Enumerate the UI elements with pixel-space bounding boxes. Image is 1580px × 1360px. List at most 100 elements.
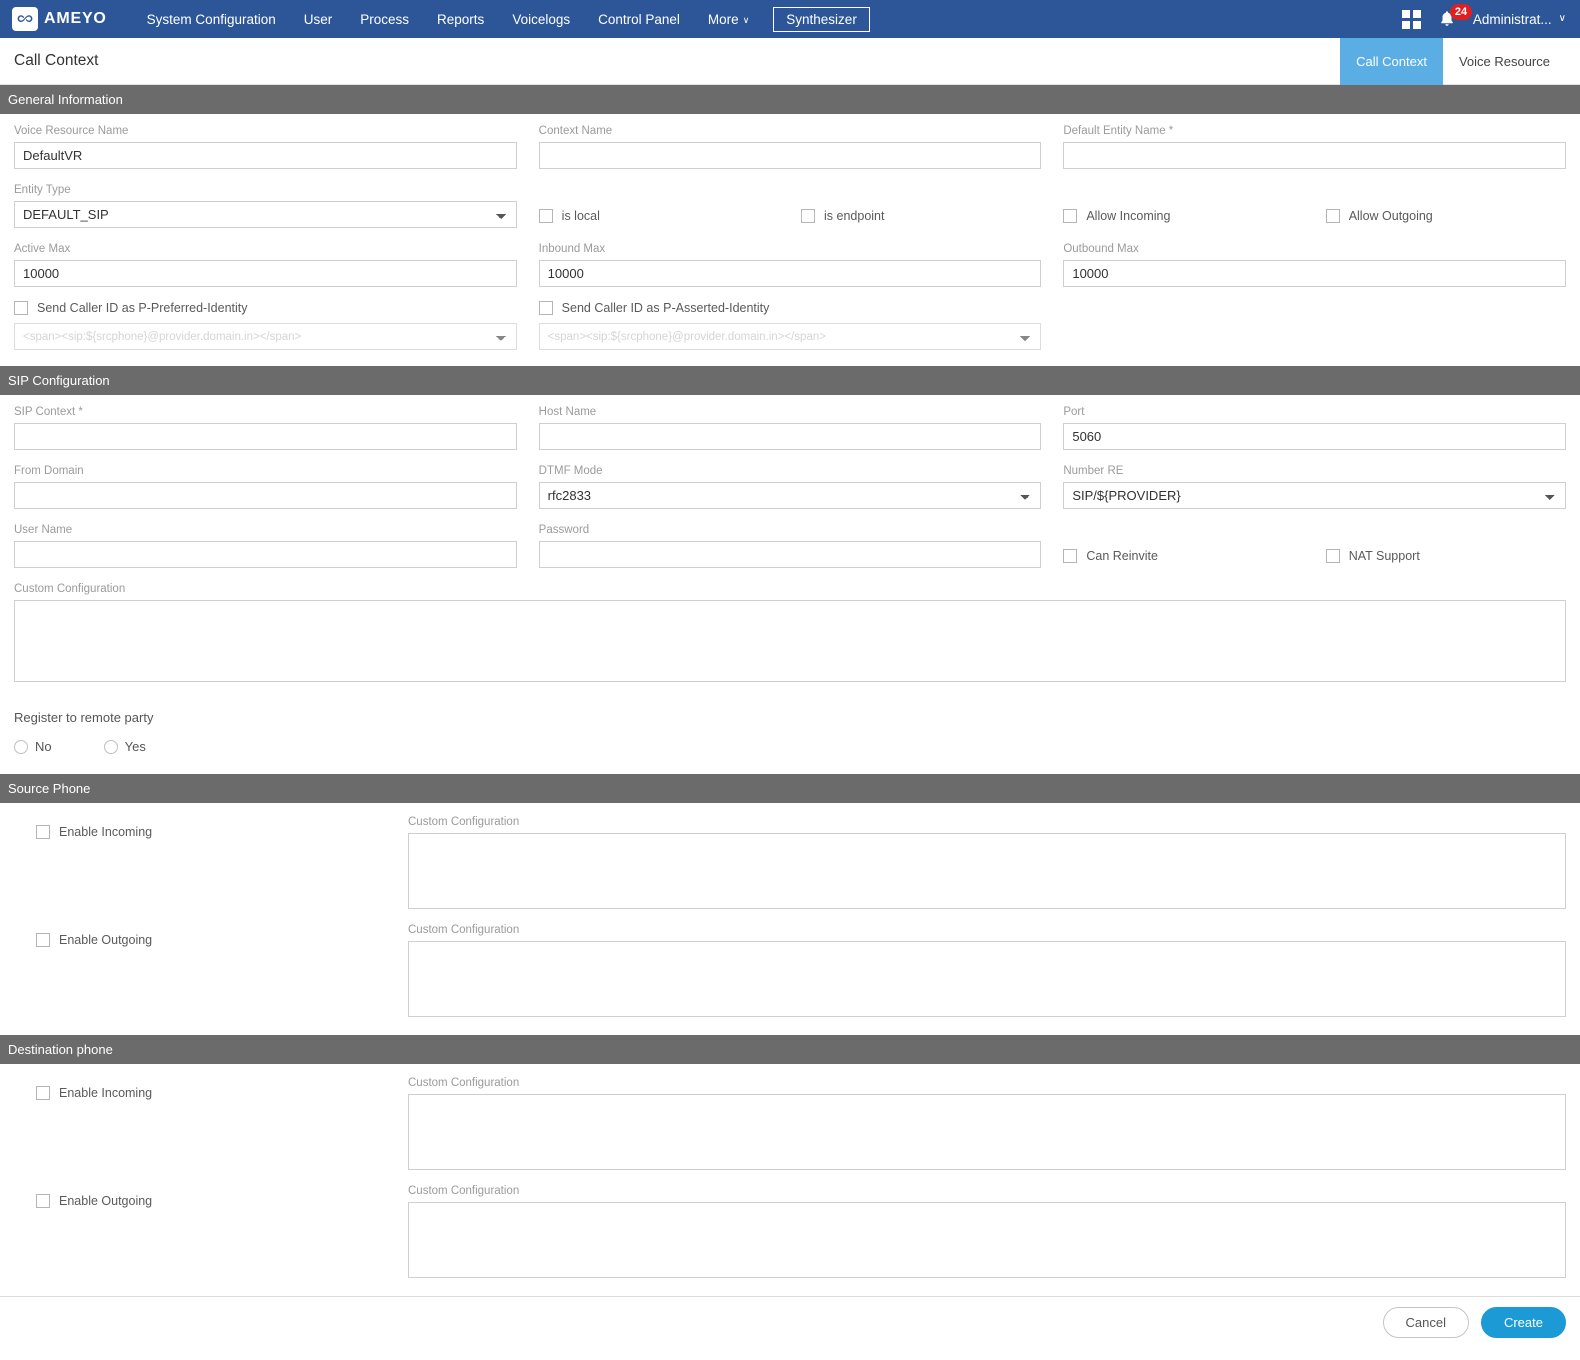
- checkbox-allow-outgoing[interactable]: Allow Outgoing: [1325, 209, 1566, 223]
- destination-incoming-custom-configuration-textarea[interactable]: [408, 1094, 1566, 1170]
- checkbox-allow-incoming[interactable]: Allow Incoming: [1063, 209, 1303, 223]
- checkbox-box[interactable]: [36, 1086, 50, 1100]
- nav-item-control-panel[interactable]: Control Panel: [584, 6, 694, 33]
- checkbox-box[interactable]: [14, 301, 28, 315]
- create-button[interactable]: Create: [1480, 1307, 1566, 1338]
- nav-item-reports[interactable]: Reports: [423, 6, 498, 33]
- form-row-names: Voice Resource Name Context Name Default…: [14, 124, 1567, 169]
- nav-item-system-configuration[interactable]: System Configuration: [133, 6, 290, 33]
- checkbox-box[interactable]: [36, 1194, 50, 1208]
- apps-grid-icon[interactable]: [1401, 9, 1421, 29]
- entity-type-select[interactable]: DEFAULT_SIP: [14, 201, 517, 228]
- p-preferred-identity-select: <span><sip:${srcphone}@provider.domain.i…: [14, 323, 517, 350]
- field-voice-resource-name: Voice Resource Name: [14, 124, 517, 169]
- checkbox-destination-enable-outgoing[interactable]: Enable Outgoing: [14, 1184, 408, 1278]
- default-entity-name-input[interactable]: [1063, 142, 1567, 169]
- synthesizer-button[interactable]: Synthesizer: [773, 6, 870, 32]
- user-name-input[interactable]: [14, 541, 517, 568]
- checkbox-group-allow: Allow Incoming Allow Outgoing: [1063, 183, 1566, 228]
- checkbox-is-local[interactable]: is local: [538, 209, 779, 223]
- checkbox-label: Send Caller ID as P-Asserted-Identity: [561, 301, 770, 315]
- checkbox-label: Enable Outgoing: [59, 1194, 153, 1208]
- nav-item-user[interactable]: User: [290, 6, 347, 33]
- checkbox-nat-support[interactable]: NAT Support: [1325, 549, 1566, 563]
- password-input[interactable]: [538, 541, 1042, 568]
- tab-call-context[interactable]: Call Context: [1340, 37, 1443, 85]
- radio-circle[interactable]: [103, 739, 118, 754]
- destination-outgoing-custom-configuration-textarea[interactable]: [408, 1202, 1566, 1278]
- main-nav: System Configuration User Process Report…: [133, 6, 870, 33]
- field-source-outgoing-custom-configuration: Custom Configuration: [408, 923, 1566, 1017]
- nav-item-voicelogs[interactable]: Voicelogs: [498, 6, 584, 33]
- label-user-name: User Name: [14, 524, 73, 536]
- label-from-domain: From Domain: [14, 465, 84, 477]
- checkbox-box[interactable]: [1325, 209, 1340, 223]
- sip-context-input[interactable]: [14, 423, 517, 450]
- sip-custom-configuration-textarea[interactable]: [14, 600, 1566, 682]
- checkbox-is-endpoint[interactable]: is endpoint: [801, 209, 1041, 223]
- nav-item-process[interactable]: Process: [346, 6, 423, 33]
- checkbox-box[interactable]: [1063, 549, 1078, 563]
- checkbox-box[interactable]: [36, 825, 50, 839]
- brand-logo[interactable]: AMEYO: [12, 7, 107, 31]
- nav-item-more[interactable]: More ∨: [694, 6, 763, 33]
- source-phone-body: Enable Incoming Custom Configuration Ena…: [0, 803, 1580, 1035]
- p-asserted-identity-select: <span><sip:${srcphone}@provider.domain.i…: [538, 323, 1042, 350]
- radio-register-yes[interactable]: Yes: [103, 739, 146, 754]
- tab-voice-resource[interactable]: Voice Resource: [1443, 38, 1566, 85]
- dtmf-mode-select[interactable]: rfc2833: [538, 482, 1042, 509]
- from-domain-input[interactable]: [14, 482, 517, 509]
- caller-id-spacer: [1063, 301, 1566, 350]
- checkbox-group-local-endpoint: is local is endpoint: [538, 183, 1042, 228]
- checkbox-box[interactable]: [1063, 209, 1078, 223]
- inbound-max-input[interactable]: [538, 260, 1042, 287]
- radio-register-no[interactable]: No: [14, 739, 52, 754]
- active-max-input[interactable]: [14, 260, 517, 287]
- checkbox-box[interactable]: [538, 301, 553, 315]
- checkbox-box[interactable]: [538, 209, 553, 223]
- checkbox-box[interactable]: [36, 933, 50, 947]
- checkbox-source-enable-incoming[interactable]: Enable Incoming: [14, 815, 408, 909]
- cancel-button[interactable]: Cancel: [1382, 1307, 1469, 1338]
- context-name-input[interactable]: [538, 142, 1042, 169]
- checkbox-p-preferred-identity[interactable]: Send Caller ID as P-Preferred-Identity: [14, 301, 517, 315]
- checkbox-p-asserted-identity[interactable]: Send Caller ID as P-Asserted-Identity: [538, 301, 1042, 315]
- checkbox-label: Enable Incoming: [59, 825, 153, 839]
- field-p-preferred-identity: Send Caller ID as P-Preferred-Identity <…: [14, 301, 517, 350]
- general-information-body: Voice Resource Name Context Name Default…: [0, 114, 1580, 366]
- page-tabs: Call Context Voice Resource: [1340, 37, 1566, 85]
- bell-icon[interactable]: 24: [1439, 4, 1473, 28]
- checkbox-destination-enable-incoming[interactable]: Enable Incoming: [14, 1076, 408, 1170]
- form-row-entity-type: Entity Type DEFAULT_SIP is local is endp…: [14, 183, 1566, 228]
- outbound-max-input[interactable]: [1063, 260, 1567, 287]
- form-row-credentials: User Name Password Can Reinvite NAT Supp…: [14, 523, 1566, 568]
- field-from-domain: From Domain: [14, 464, 517, 509]
- voice-resource-name-input[interactable]: [14, 142, 517, 169]
- sip-configuration-body: SIP Context * Host Name Port From Domain…: [0, 395, 1580, 694]
- field-default-entity-name: Default Entity Name *: [1063, 124, 1567, 169]
- checkbox-box[interactable]: [801, 209, 816, 223]
- checkbox-source-enable-outgoing[interactable]: Enable Outgoing: [14, 923, 408, 1017]
- field-inbound-max: Inbound Max: [538, 242, 1042, 287]
- section-header-general-information: General Information: [0, 85, 1580, 114]
- radio-circle[interactable]: [14, 739, 28, 754]
- port-input[interactable]: [1063, 423, 1567, 450]
- nav-label: System Configuration: [146, 11, 276, 27]
- nav-label: Reports: [437, 11, 485, 27]
- source-incoming-custom-configuration-textarea[interactable]: [408, 833, 1566, 909]
- radio-label: No: [35, 739, 52, 754]
- host-name-input[interactable]: [538, 423, 1042, 450]
- source-outgoing-custom-configuration-textarea[interactable]: [408, 941, 1566, 1017]
- label-custom-configuration: Custom Configuration: [408, 1077, 520, 1089]
- label-active-max: Active Max: [14, 243, 71, 255]
- checkbox-label: is local: [561, 209, 600, 223]
- navbar-right: 24 Administrat... ∨: [1401, 4, 1566, 29]
- user-name-label: Administrat...: [1472, 11, 1552, 27]
- checkbox-label: Enable Incoming: [59, 1086, 153, 1100]
- number-re-select[interactable]: SIP/${PROVIDER}: [1063, 482, 1567, 509]
- field-user-name: User Name: [14, 523, 517, 568]
- user-menu[interactable]: Administrat... ∨: [1473, 12, 1566, 27]
- checkbox-can-reinvite[interactable]: Can Reinvite: [1063, 549, 1303, 563]
- section-header-sip-configuration: SIP Configuration: [0, 366, 1580, 395]
- checkbox-box[interactable]: [1325, 549, 1340, 563]
